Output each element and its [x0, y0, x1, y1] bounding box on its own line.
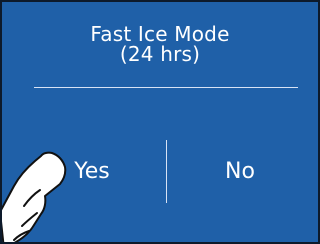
dialog-title-line-2: (24 hrs) — [119, 42, 201, 66]
title-divider — [34, 87, 298, 88]
dialog-title: Fast Ice Mode (24 hrs) — [2, 24, 318, 64]
button-divider — [166, 140, 167, 203]
yes-button[interactable]: Yes — [26, 140, 158, 203]
dialog-title-line-1: Fast Ice Mode — [90, 22, 230, 46]
fast-ice-mode-dialog: Fast Ice Mode (24 hrs) Yes No — [0, 0, 320, 244]
no-button[interactable]: No — [174, 140, 306, 203]
